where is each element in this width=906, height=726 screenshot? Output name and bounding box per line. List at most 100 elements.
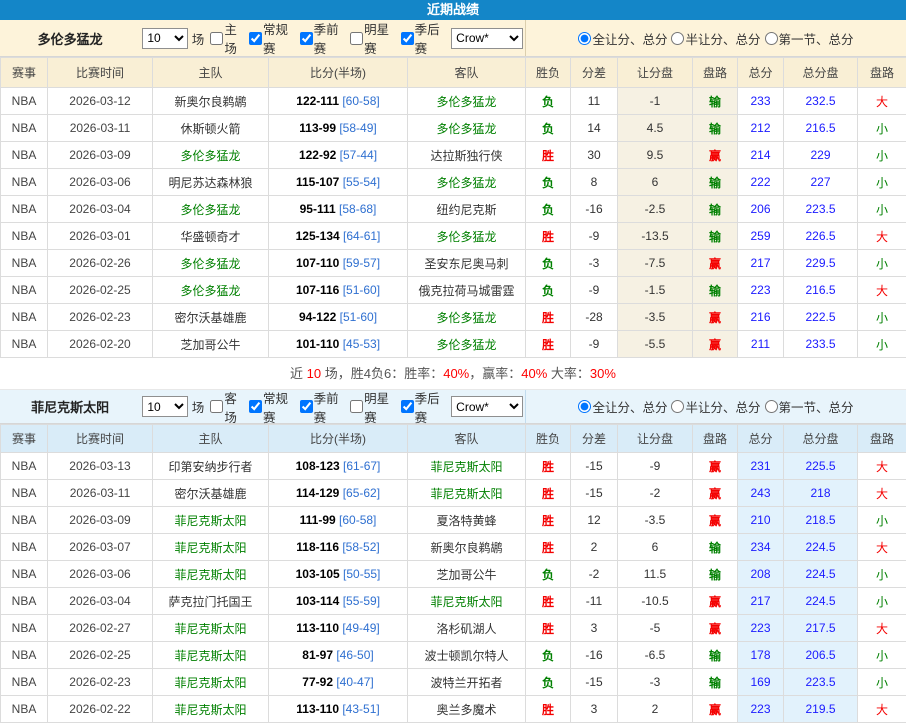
bet-type-radio-0[interactable]: 全让分、总分 bbox=[578, 397, 667, 416]
full-score: 111-99 bbox=[300, 513, 336, 527]
cell-win-loss: 胜 bbox=[526, 142, 571, 169]
full-score: 101-110 bbox=[296, 337, 339, 351]
games-table: 赛事比赛时间主队比分(半场)客队胜负分差让分盘盘路总分总分盘盘路 NBA2026… bbox=[0, 424, 906, 723]
cell-away-team: 纽约尼克斯 bbox=[408, 196, 526, 223]
cell-score: 113-110 [43-51] bbox=[269, 696, 408, 723]
full-score: 103-105 bbox=[296, 567, 340, 581]
cell-total-points: 234 bbox=[738, 534, 784, 561]
filter-checkbox[interactable] bbox=[350, 400, 363, 413]
cell-away-team: 菲尼克斯太阳 bbox=[408, 588, 526, 615]
bet-type-radio-1[interactable]: 半让分、总分 bbox=[671, 397, 760, 416]
cell-total-points: 243 bbox=[738, 480, 784, 507]
cell-handicap-line: -2 bbox=[618, 480, 693, 507]
filter-checkbox[interactable] bbox=[210, 400, 223, 413]
half-time-score: [61-67] bbox=[343, 459, 380, 473]
bet-type-radio-1[interactable]: 半让分、总分 bbox=[671, 29, 760, 48]
radio-input[interactable] bbox=[578, 400, 591, 413]
games-count-select[interactable]: 10 bbox=[142, 28, 187, 49]
cell-handicap-result: 输 bbox=[693, 534, 738, 561]
filter-label: 明星赛 bbox=[364, 388, 399, 426]
cell-score: 125-134 [64-61] bbox=[269, 223, 408, 250]
cell-point-diff: -15 bbox=[571, 669, 618, 696]
radio-label: 全让分、总分 bbox=[592, 397, 667, 416]
radio-input[interactable] bbox=[765, 32, 778, 45]
cell-win-loss: 胜 bbox=[526, 534, 571, 561]
radio-input[interactable] bbox=[671, 32, 684, 45]
filter-option-3[interactable]: 明星赛 bbox=[348, 388, 399, 426]
cell-score: 118-116 [58-52] bbox=[269, 534, 408, 561]
radio-input[interactable] bbox=[671, 400, 684, 413]
full-score: 108-123 bbox=[296, 459, 340, 473]
cell-point-diff: -9 bbox=[571, 331, 618, 358]
cell-league: NBA bbox=[1, 331, 48, 358]
cell-date: 2026-03-09 bbox=[48, 142, 153, 169]
filter-option-0[interactable]: 客场 bbox=[208, 388, 247, 426]
cell-score: 122-111 [60-58] bbox=[269, 88, 408, 115]
bet-type-radio-0[interactable]: 全让分、总分 bbox=[578, 29, 667, 48]
cell-win-loss: 胜 bbox=[526, 507, 571, 534]
cell-point-diff: -28 bbox=[571, 304, 618, 331]
filter-option-3[interactable]: 明星赛 bbox=[348, 19, 399, 57]
cell-point-diff: 30 bbox=[571, 142, 618, 169]
source-select[interactable]: Crow* bbox=[451, 396, 523, 417]
game-row: NBA2026-03-04萨克拉门托国王103-114 [55-59]菲尼克斯太… bbox=[1, 588, 906, 615]
cell-total-line: 225.5 bbox=[784, 453, 858, 480]
cell-total-line: 219.5 bbox=[784, 696, 858, 723]
bet-type-radio-2[interactable]: 第一节、总分 bbox=[765, 397, 854, 416]
filter-option-1[interactable]: 常规赛 bbox=[247, 19, 298, 57]
filter-checkbox[interactable] bbox=[300, 32, 313, 45]
filter-option-2[interactable]: 季前赛 bbox=[298, 19, 349, 57]
filter-option-4[interactable]: 季后赛 bbox=[399, 19, 450, 57]
cell-home-team: 菲尼克斯太阳 bbox=[153, 561, 269, 588]
filter-checkbox[interactable] bbox=[249, 400, 262, 413]
game-row: NBA2026-02-25多伦多猛龙107-116 [51-60]俄克拉荷马城雷… bbox=[1, 277, 906, 304]
cell-over-under: 大 bbox=[858, 696, 906, 723]
cell-league: NBA bbox=[1, 115, 48, 142]
summary-part: 大率： bbox=[547, 366, 590, 381]
column-header: 主队 bbox=[153, 425, 269, 453]
cell-score: 81-97 [46-50] bbox=[269, 642, 408, 669]
filter-checkbox[interactable] bbox=[249, 32, 262, 45]
games-count-select[interactable]: 10 bbox=[142, 396, 187, 417]
filter-checkbox[interactable] bbox=[401, 400, 414, 413]
filter-option-2[interactable]: 季前赛 bbox=[298, 388, 349, 426]
column-header: 胜负 bbox=[526, 58, 571, 88]
cell-league: NBA bbox=[1, 223, 48, 250]
filter-checkbox[interactable] bbox=[210, 32, 223, 45]
cell-league: NBA bbox=[1, 480, 48, 507]
radio-input[interactable] bbox=[765, 400, 778, 413]
team-name: 多伦多猛龙 bbox=[0, 29, 140, 48]
cell-home-team: 华盛顿奇才 bbox=[153, 223, 269, 250]
summary-bar: 近 10 场，胜4负6：胜率：40%，赢率：40% 大率：30% bbox=[0, 358, 906, 390]
cell-score: 107-110 [59-57] bbox=[269, 250, 408, 277]
cell-handicap-result: 赢 bbox=[693, 615, 738, 642]
cell-league: NBA bbox=[1, 250, 48, 277]
filter-checkbox[interactable] bbox=[300, 400, 313, 413]
bet-type-radio-2[interactable]: 第一节、总分 bbox=[765, 29, 854, 48]
filter-label: 常规赛 bbox=[263, 19, 298, 57]
radio-input[interactable] bbox=[578, 32, 591, 45]
cell-total-points: 217 bbox=[738, 588, 784, 615]
source-select[interactable]: Crow* bbox=[451, 28, 523, 49]
cell-win-loss: 胜 bbox=[526, 304, 571, 331]
cell-date: 2026-03-07 bbox=[48, 534, 153, 561]
filter-option-4[interactable]: 季后赛 bbox=[399, 388, 450, 426]
cell-total-line: 222.5 bbox=[784, 304, 858, 331]
filter-option-1[interactable]: 常规赛 bbox=[247, 388, 298, 426]
column-header: 分差 bbox=[571, 58, 618, 88]
filter-option-0[interactable]: 主场 bbox=[208, 19, 247, 57]
cell-home-team: 菲尼克斯太阳 bbox=[153, 507, 269, 534]
cell-win-loss: 胜 bbox=[526, 223, 571, 250]
filter-checkbox[interactable] bbox=[350, 32, 363, 45]
game-row: NBA2026-03-09菲尼克斯太阳111-99 [60-58]夏洛特黄蜂胜1… bbox=[1, 507, 906, 534]
cell-over-under: 小 bbox=[858, 507, 906, 534]
game-row: NBA2026-02-23菲尼克斯太阳77-92 [40-47]波特兰开拓者负-… bbox=[1, 669, 906, 696]
half-time-score: [57-44] bbox=[340, 148, 377, 162]
full-score: 77-92 bbox=[302, 675, 333, 689]
column-header: 客队 bbox=[408, 58, 526, 88]
half-time-score: [46-50] bbox=[336, 648, 373, 662]
cell-score: 103-105 [50-55] bbox=[269, 561, 408, 588]
filter-checkbox[interactable] bbox=[401, 32, 414, 45]
cell-score: 113-99 [58-49] bbox=[269, 115, 408, 142]
cell-league: NBA bbox=[1, 588, 48, 615]
